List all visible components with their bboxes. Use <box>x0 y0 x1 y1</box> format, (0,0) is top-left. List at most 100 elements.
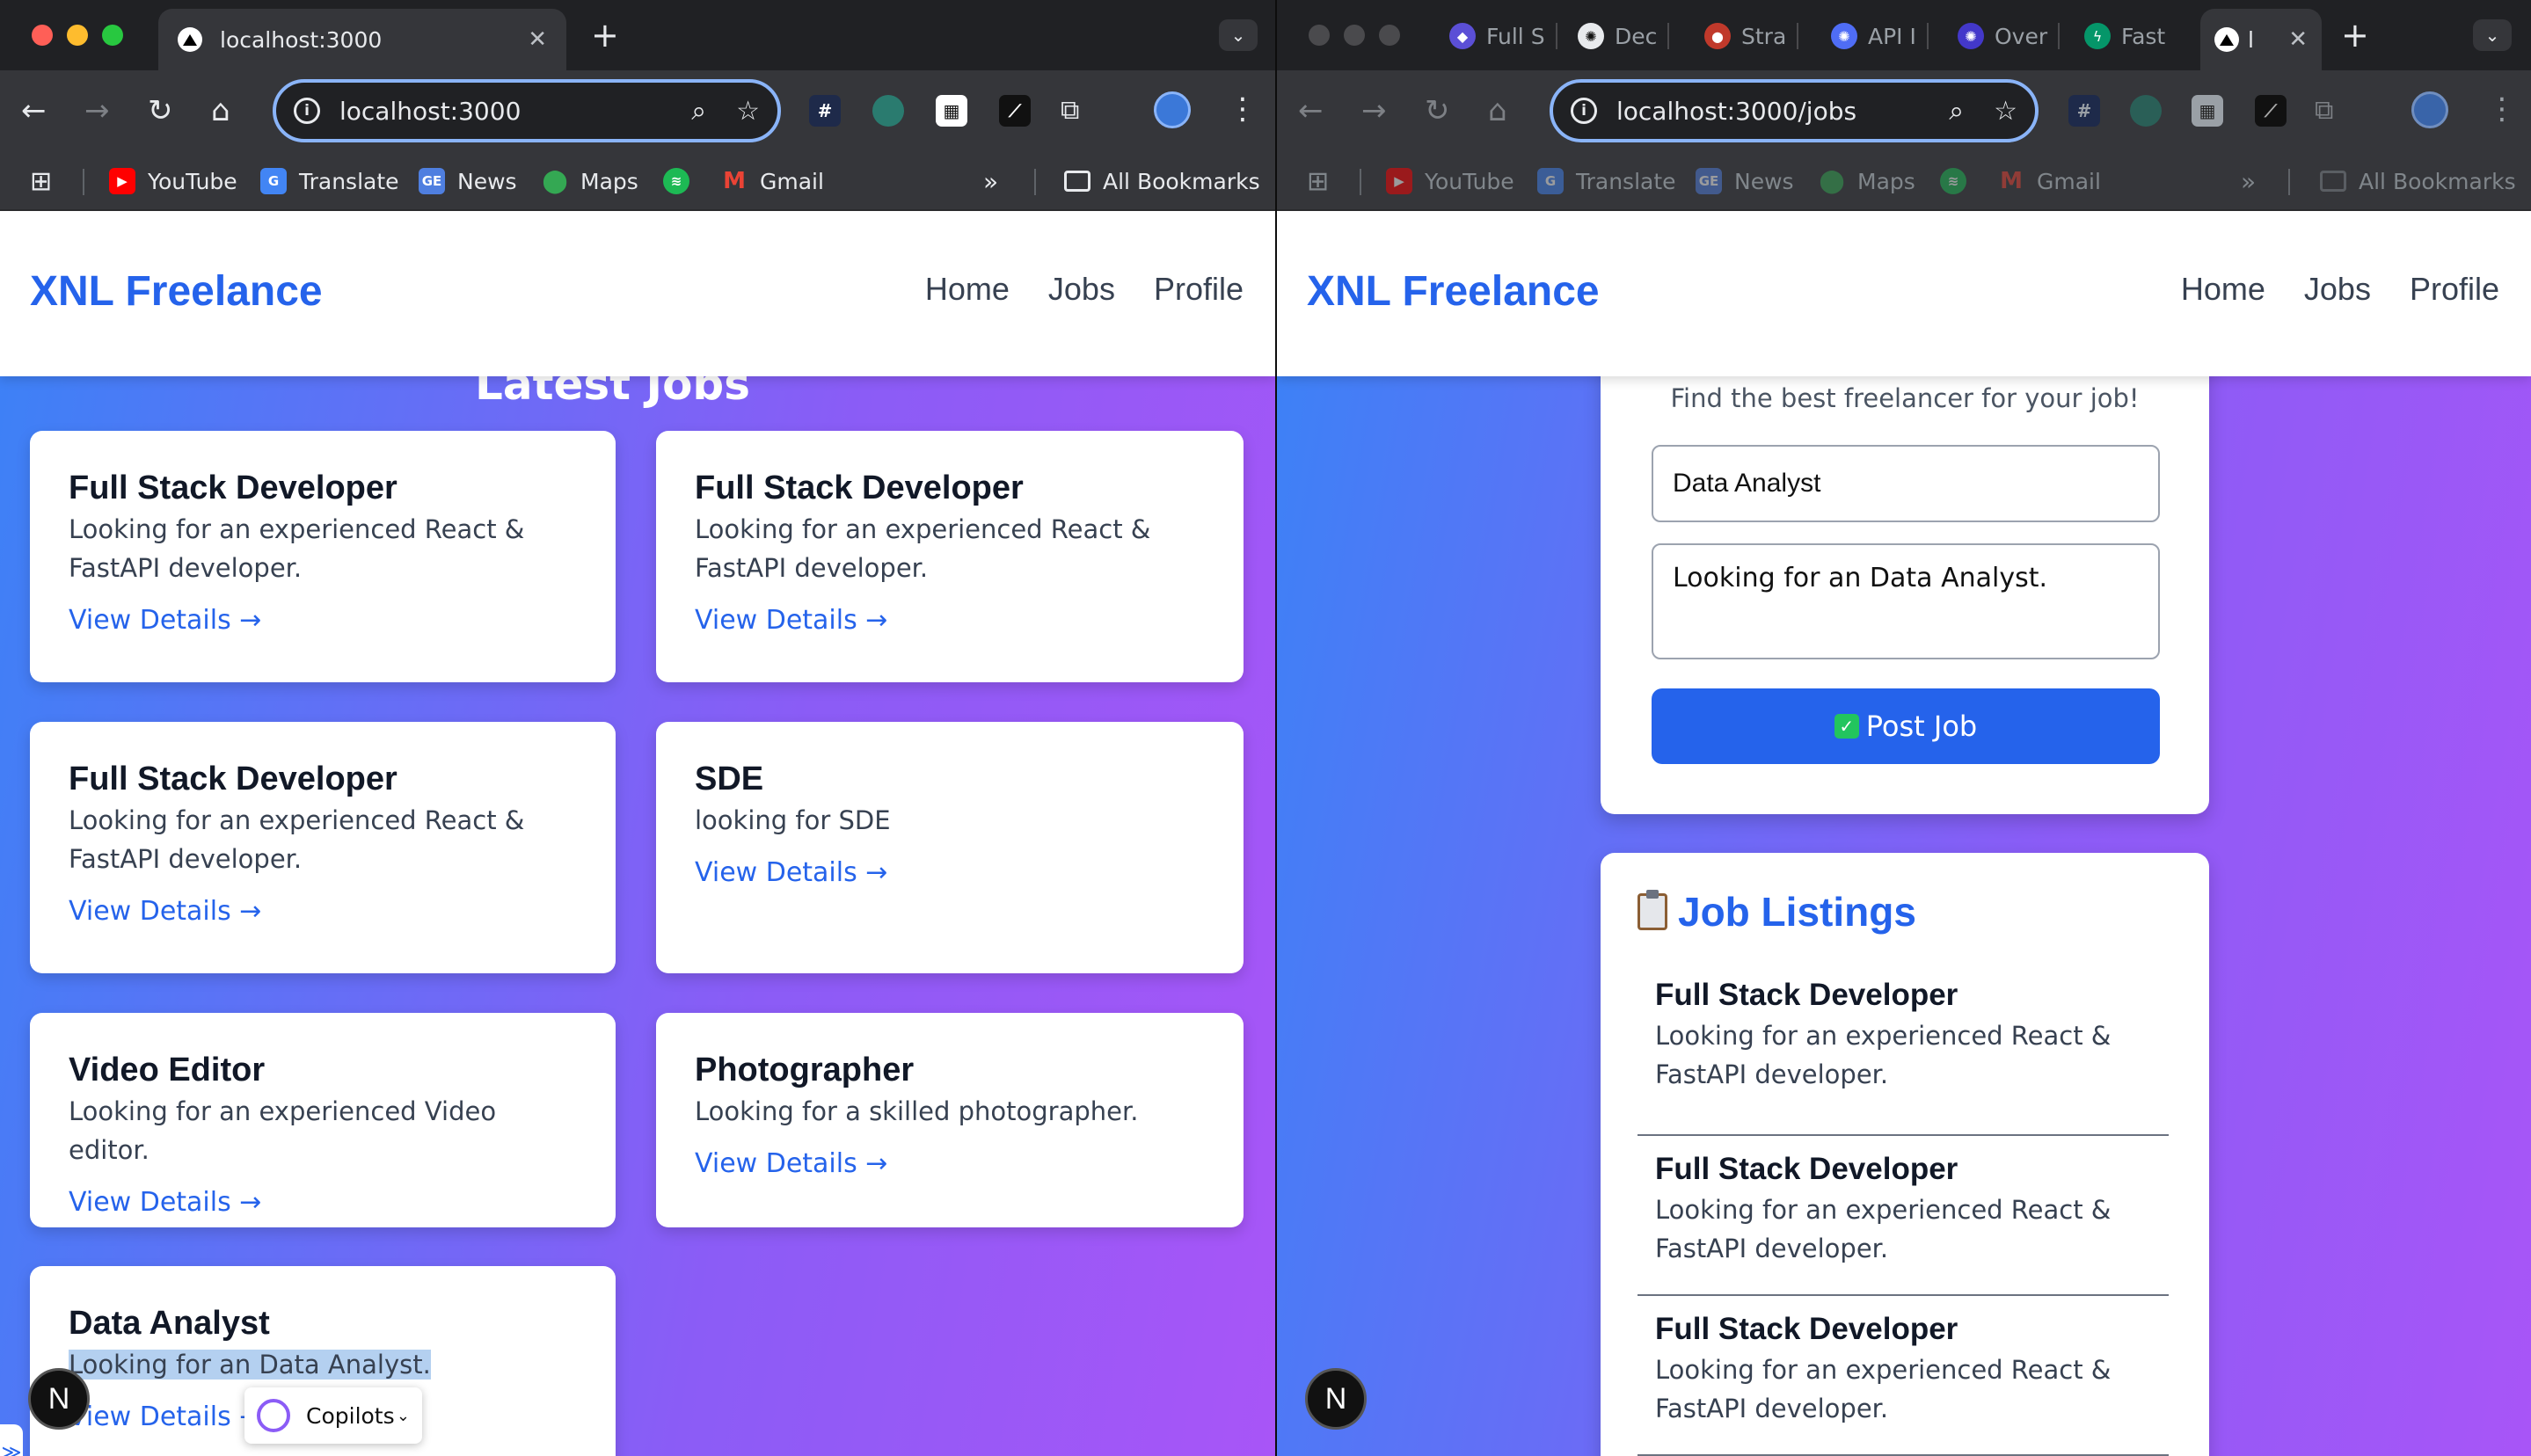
extension-wand-icon[interactable]: ⟋ <box>2255 95 2287 127</box>
gmail-icon: M <box>2000 168 2023 194</box>
bookmark-star-icon[interactable]: ☆ <box>736 96 760 127</box>
tab[interactable]: ✺ API I <box>1831 19 1929 53</box>
job-listing-item[interactable]: Full Stack Developer Looking for an expe… <box>1637 976 2169 1136</box>
home-icon[interactable]: ⌂ <box>211 93 230 128</box>
job-card: SDE looking for SDE View Details → <box>656 722 1244 973</box>
close-window-button[interactable] <box>32 25 53 46</box>
bookmark-spotify[interactable]: ≋ <box>663 165 702 197</box>
job-title-input[interactable] <box>1652 445 2160 522</box>
close-window-button[interactable] <box>1309 25 1330 46</box>
more-bookmarks-icon[interactable]: » <box>983 165 998 197</box>
nav-home[interactable]: Home <box>2181 271 2265 308</box>
apps-grid-icon[interactable]: ⊞ <box>1307 165 1329 197</box>
job-description-textarea[interactable]: Looking for an Data Analyst. <box>1652 543 2160 659</box>
extension-hash-icon[interactable]: # <box>809 95 841 127</box>
home-icon[interactable]: ⌂ <box>1488 93 1507 128</box>
bookmark-gmail[interactable]: M Gmail <box>1998 165 2101 197</box>
forward-arrow-icon[interactable]: → <box>1361 93 1387 128</box>
all-bookmarks[interactable]: All Bookmarks <box>2320 165 2516 197</box>
page-viewport: XNL Freelance Home Jobs Profile Latest J… <box>0 211 1275 1456</box>
address-bar[interactable]: i localhost:3000/jobs ⌕ ☆ <box>1550 79 2039 142</box>
tab-active[interactable]: l ✕ <box>2200 9 2322 70</box>
tab[interactable]: ● Stra <box>1704 19 1799 53</box>
bookmark-translate[interactable]: G Translate <box>1537 165 1676 197</box>
tab[interactable]: ✺ Dec <box>1578 19 1670 53</box>
job-listing-item[interactable]: Full Stack Developer Looking for an expe… <box>1637 1136 2169 1296</box>
profile-avatar[interactable] <box>2411 91 2448 128</box>
bookmark-youtube[interactable]: ▶ YouTube <box>109 165 237 197</box>
zoom-icon[interactable]: ⌕ <box>1949 96 1964 127</box>
site-info-icon[interactable]: i <box>294 98 320 124</box>
reload-icon[interactable]: ↻ <box>148 93 173 128</box>
job-card: Full Stack Developer Looking for an expe… <box>656 431 1244 682</box>
back-arrow-icon[interactable]: ← <box>1298 93 1324 128</box>
close-tab-icon[interactable]: ✕ <box>2288 26 2308 53</box>
extension-hash-icon[interactable]: # <box>2068 95 2100 127</box>
bookmark-news[interactable]: GE News <box>1696 165 1794 197</box>
bookmark-maps[interactable]: ⬤ Maps <box>542 165 638 197</box>
extensions-puzzle-icon[interactable]: ⧉ <box>1061 93 1079 128</box>
new-tab-button[interactable]: + <box>591 16 619 55</box>
reload-icon[interactable]: ↻ <box>1425 93 1450 128</box>
job-description: Looking for an experienced React & FastA… <box>1655 1195 2112 1263</box>
minimize-window-button[interactable] <box>1344 25 1365 46</box>
view-details-link[interactable]: View Details → <box>695 855 887 891</box>
site-logo[interactable]: XNL Freelance <box>1307 267 1600 316</box>
extension-grid-icon[interactable]: ▦ <box>2192 95 2223 127</box>
new-tab-button[interactable]: + <box>2341 16 2369 55</box>
nextjs-dev-badge[interactable]: N <box>28 1368 90 1430</box>
overview-favicon-icon: ✺ <box>1958 23 1984 49</box>
apps-grid-icon[interactable]: ⊞ <box>30 165 52 197</box>
view-details-link[interactable]: View Details → <box>69 1185 261 1220</box>
profile-avatar[interactable] <box>1154 91 1191 128</box>
back-arrow-icon[interactable]: ← <box>21 93 47 128</box>
job-listing-item[interactable]: Full Stack Developer Looking for an expe… <box>1637 1296 2169 1456</box>
bookmark-translate[interactable]: G Translate <box>260 165 399 197</box>
view-details-link[interactable]: View Details → <box>695 603 887 638</box>
maximize-window-button[interactable] <box>1379 25 1400 46</box>
zoom-icon[interactable]: ⌕ <box>691 96 706 127</box>
view-details-link[interactable]: View Details → <box>69 894 261 929</box>
extension-wand-icon[interactable]: ⟋ <box>999 95 1031 127</box>
site-logo[interactable]: XNL Freelance <box>30 267 323 316</box>
bookmark-youtube[interactable]: ▶ YouTube <box>1386 165 1514 197</box>
browser-menu-icon[interactable]: ⋮ <box>2487 91 2517 127</box>
all-bookmarks[interactable]: All Bookmarks <box>1064 165 1260 197</box>
view-details-link[interactable]: View Details → <box>695 1147 887 1182</box>
post-job-button[interactable]: ✓ Post Job <box>1652 688 2160 764</box>
nav-profile[interactable]: Profile <box>2410 271 2499 308</box>
view-details-link[interactable]: View Details → <box>69 603 261 638</box>
view-details-link[interactable]: View Details → <box>69 1400 261 1435</box>
tab[interactable]: ◆ Full S <box>1449 19 1557 53</box>
extension-wave-icon[interactable] <box>2130 95 2162 127</box>
extensions-puzzle-icon[interactable]: ⧉ <box>2315 93 2333 128</box>
tab-search-button[interactable]: ⌄ <box>1219 19 1258 51</box>
extension-grid-icon[interactable]: ▦ <box>936 95 967 127</box>
forward-arrow-icon[interactable]: → <box>84 93 110 128</box>
copilots-dropdown[interactable]: Copilots ⌄ <box>244 1387 422 1444</box>
site-info-icon[interactable]: i <box>1571 98 1597 124</box>
bookmark-news[interactable]: GE News <box>419 165 517 197</box>
nav-profile[interactable]: Profile <box>1154 271 1244 308</box>
more-bookmarks-icon[interactable]: » <box>2241 165 2256 197</box>
extension-wave-icon[interactable] <box>872 95 904 127</box>
maximize-window-button[interactable] <box>102 25 123 46</box>
nav-jobs[interactable]: Jobs <box>2304 271 2371 308</box>
bookmark-maps[interactable]: ⬤ Maps <box>1819 165 1915 197</box>
tab[interactable]: ✺ Over <box>1958 19 2061 53</box>
bookmark-spotify[interactable]: ≋ <box>1940 165 1979 197</box>
tab[interactable]: ϟ Fast <box>2084 19 2165 53</box>
tab-active[interactable]: localhost:3000 ✕ <box>158 9 566 70</box>
browser-menu-icon[interactable]: ⋮ <box>1228 91 1258 127</box>
bookmark-star-icon[interactable]: ☆ <box>1994 96 2017 127</box>
side-panel-tab[interactable]: ≫ <box>0 1424 23 1456</box>
nextjs-dev-badge[interactable]: N <box>1305 1368 1367 1430</box>
close-tab-icon[interactable]: ✕ <box>528 26 547 53</box>
nav-jobs[interactable]: Jobs <box>1048 271 1115 308</box>
fastapi-favicon-icon: ϟ <box>2084 23 2111 49</box>
address-bar[interactable]: i localhost:3000 ⌕ ☆ <box>273 79 781 142</box>
bookmark-gmail[interactable]: M Gmail <box>721 165 824 197</box>
tab-search-button[interactable]: ⌄ <box>2473 19 2512 51</box>
minimize-window-button[interactable] <box>67 25 88 46</box>
nav-home[interactable]: Home <box>925 271 1010 308</box>
